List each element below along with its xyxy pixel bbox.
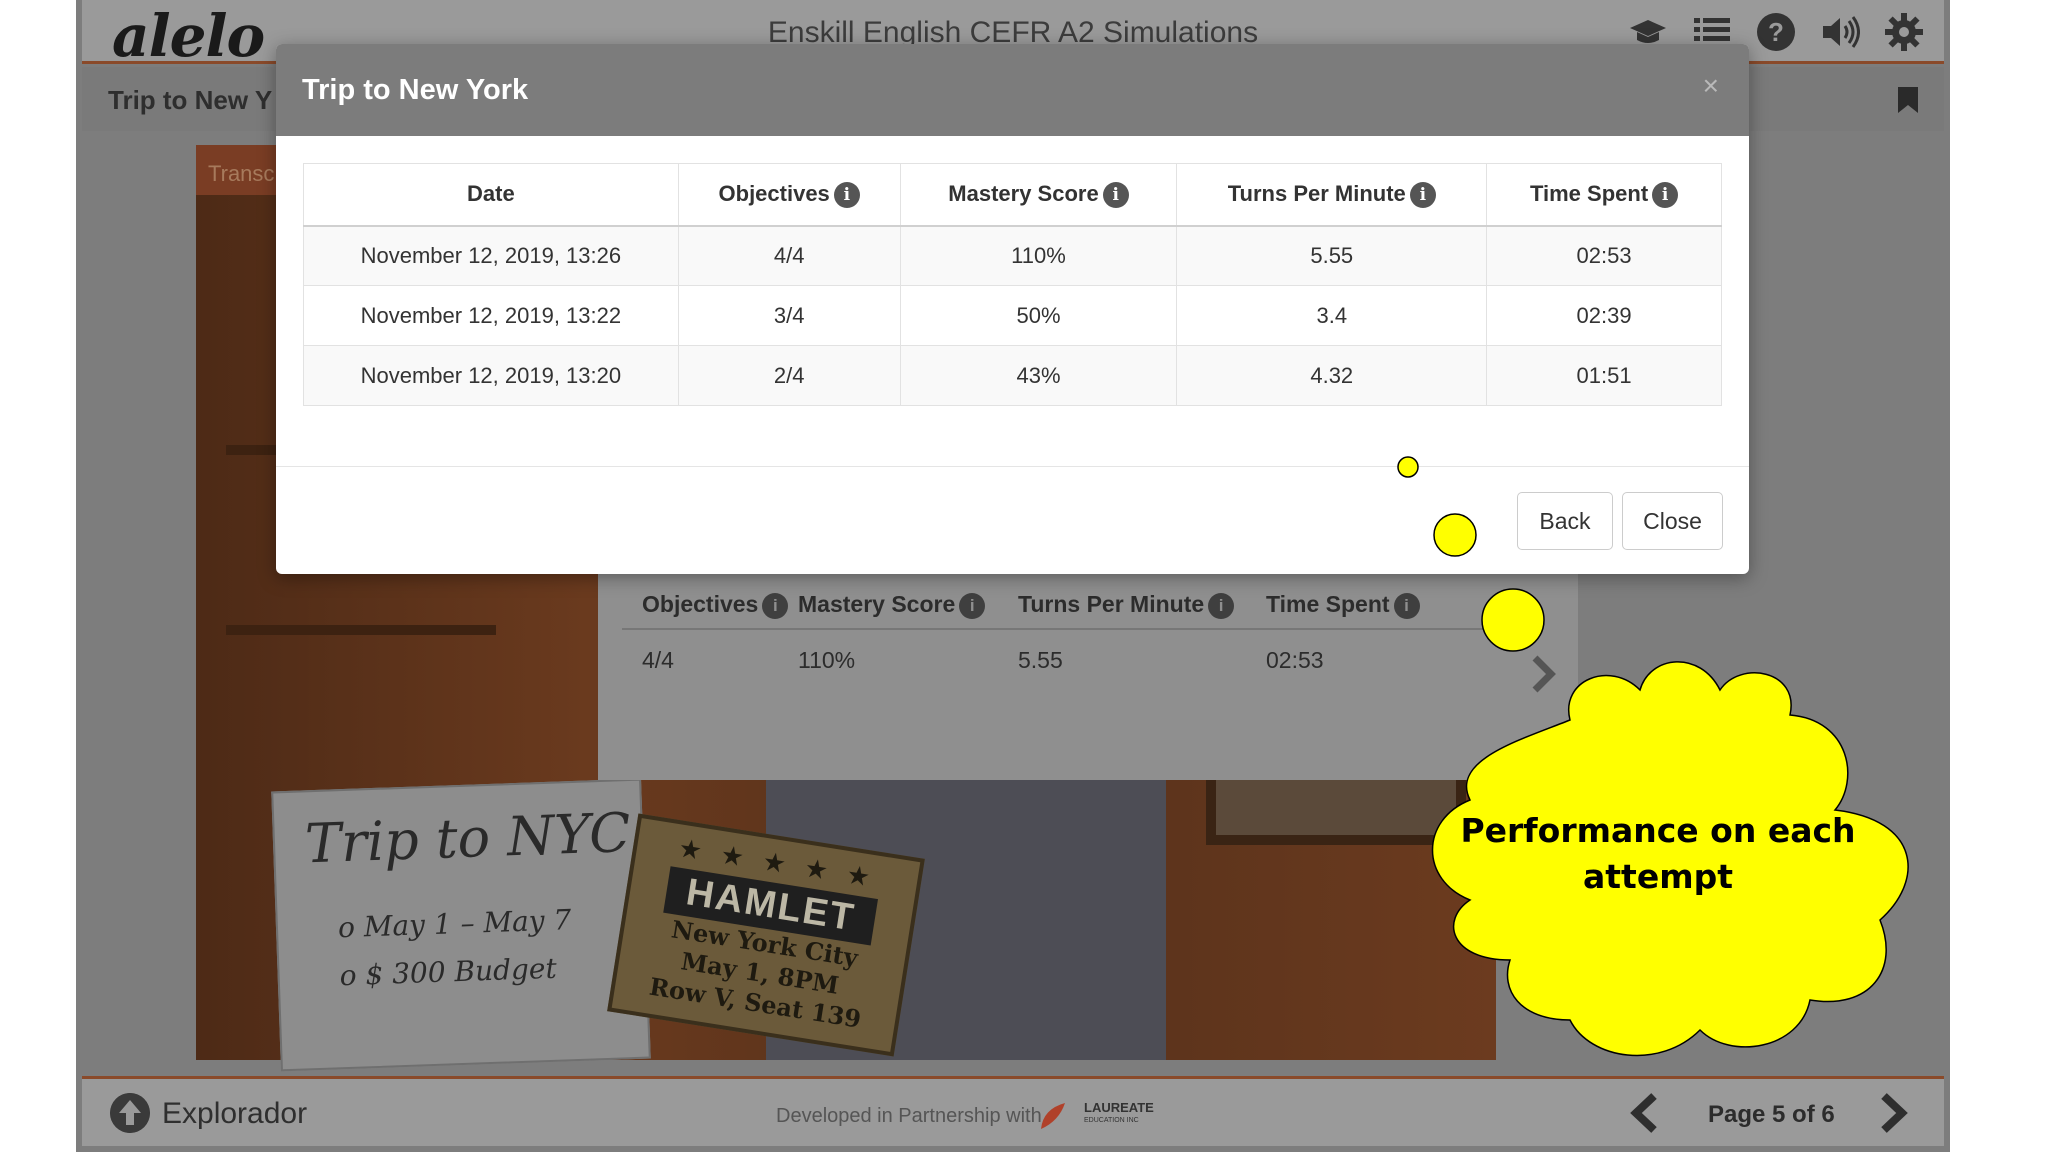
header-mastery-score: Mastery Score i: [899, 163, 1178, 227]
explorador-label[interactable]: Explorador: [162, 1097, 307, 1131]
header-time-spent: Time Spent i: [1486, 163, 1722, 227]
notepad-line: o May 1 – May 7: [337, 903, 572, 945]
table-cell: 110%: [798, 646, 856, 673]
modal-header: Trip to New York ×: [276, 44, 1749, 136]
info-icon[interactable]: i: [1652, 181, 1679, 208]
table-cell: 5.55: [1018, 646, 1063, 673]
table-row[interactable]: November 12, 2019, 13:20 2/4 43% 4.32 01…: [303, 345, 1722, 406]
background-results-panel: Objectives i Mastery Score i Turns Per Min…: [598, 560, 1578, 780]
info-icon[interactable]: i: [762, 592, 789, 619]
attempts-table: Date Objectives i Mastery Score i Turns Pe…: [303, 163, 1722, 406]
transcript-tab[interactable]: Transc: [196, 145, 276, 195]
cell-objectives: 2/4: [677, 345, 901, 406]
cell-time-spent: 01:51: [1486, 345, 1722, 406]
cell-date: November 12, 2019, 13:22: [303, 285, 679, 346]
up-arrow-icon[interactable]: [110, 1093, 150, 1133]
header-date: Date: [303, 163, 679, 227]
table-cell: 4/4: [642, 646, 674, 673]
cell-objectives: 4/4: [677, 225, 901, 286]
shelf: [226, 625, 496, 635]
scene-title: Trip to New Y: [108, 85, 273, 115]
help-icon[interactable]: ?: [1754, 10, 1798, 54]
table-row[interactable]: November 12, 2019, 13:26 4/4 110% 5.55 0…: [303, 225, 1722, 286]
info-icon[interactable]: i: [1102, 181, 1129, 208]
laureate-leaf-icon: [1041, 1103, 1065, 1129]
table-header: Objectives i Mastery Score i Turns Per Min…: [622, 582, 1542, 630]
info-icon[interactable]: i: [833, 181, 860, 208]
header-cell: Mastery Score i: [798, 591, 1018, 619]
chevron-left-icon[interactable]: [1628, 1093, 1660, 1133]
modal-footer: Back Close: [276, 466, 1749, 574]
cell-date: November 12, 2019, 13:26: [303, 225, 679, 286]
notepad-title: Trip to NYC: [303, 801, 632, 876]
bookmark-icon[interactable]: [1898, 87, 1918, 113]
cell-mastery-score: 43%: [899, 345, 1178, 406]
table-header: Date Objectives i Mastery Score i Turns Pe…: [303, 163, 1722, 227]
page-indicator: Page 5 of 6: [1708, 1101, 1835, 1128]
cell-turns-per-minute: 4.32: [1176, 345, 1488, 406]
laureate-logo: LAUREATE EDUCATION INC: [1084, 1100, 1154, 1124]
cell-time-spent: 02:53: [1486, 225, 1722, 286]
cell-mastery-score: 110%: [899, 225, 1178, 286]
info-icon[interactable]: i: [1393, 592, 1420, 619]
chevron-right-icon[interactable]: [1878, 1093, 1910, 1133]
cell-time-spent: 02:39: [1486, 285, 1722, 346]
info-icon[interactable]: i: [959, 592, 986, 619]
background-results-table: Objectives i Mastery Score i Turns Per Min…: [622, 582, 1542, 690]
volume-icon[interactable]: [1818, 10, 1862, 54]
gear-icon[interactable]: [1882, 10, 1926, 54]
close-button[interactable]: Close: [1622, 492, 1723, 550]
attempts-modal: Trip to New York × Date Objectives i Mast…: [276, 44, 1749, 574]
cell-mastery-score: 50%: [899, 285, 1178, 346]
table-row[interactable]: November 12, 2019, 13:22 3/4 50% 3.4 02:…: [303, 285, 1722, 346]
cell-objectives: 3/4: [677, 285, 901, 346]
cell-turns-per-minute: 5.55: [1176, 225, 1488, 286]
table-cell: 02:53: [1266, 646, 1324, 673]
cell-turns-per-minute: 3.4: [1176, 285, 1488, 346]
header-cell: Time Spent i: [1266, 591, 1496, 619]
header-objectives: Objectives i: [677, 163, 901, 227]
table-row[interactable]: 4/4 110% 5.55 02:53: [622, 630, 1542, 690]
modal-title: Trip to New York: [302, 74, 529, 106]
svg-text:?: ?: [1768, 17, 1784, 47]
callout-text: Performance on each attempt: [1460, 811, 1856, 896]
back-button[interactable]: Back: [1517, 492, 1613, 550]
header-cell: Turns Per Minute i: [1018, 591, 1266, 619]
header-cell: Objectives i: [622, 591, 798, 619]
partnership-text: Developed in Partnership with: [776, 1105, 1042, 1127]
info-icon[interactable]: i: [1409, 181, 1436, 208]
slide: alelo Enskill English CEFR A2 Simulation…: [0, 0, 2048, 1152]
cell-date: November 12, 2019, 13:20: [303, 345, 679, 406]
notepad-line: o $ 300 Budget: [339, 951, 558, 993]
trip-notepad: Trip to NYC o May 1 – May 7 o $ 300 Budg…: [271, 778, 651, 1072]
info-icon[interactable]: i: [1208, 592, 1235, 619]
close-icon[interactable]: ×: [1703, 70, 1719, 102]
bottom-bar: Explorador Developed in Partnership with…: [82, 1076, 1944, 1146]
header-turns-per-minute: Turns Per Minute i: [1176, 163, 1488, 227]
chevron-right-icon[interactable]: [1530, 654, 1556, 694]
